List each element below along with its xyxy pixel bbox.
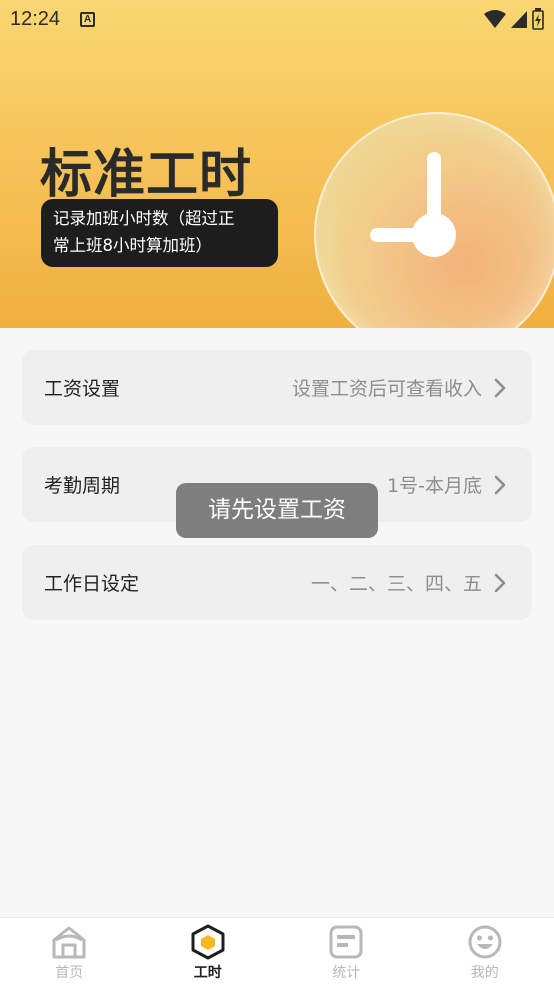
hero-banner: 12:24 A 标准工时 记录加班小时数（超过正 常上班8小时算加班） [0,0,554,328]
nav-home-label: 首页 [55,965,84,981]
stats-icon [329,925,363,959]
smiley-icon [468,925,502,959]
workday-settings-value: 一、二、三、四、五 [310,573,482,595]
toast-message: 请先设置工资 [176,483,378,538]
page-title: 标准工时 [40,145,253,205]
salary-settings-row[interactable]: 工资设置 设置工资后可查看收入 [22,350,532,425]
status-bar: 12:24 A [0,0,554,38]
bottom-nav: 首页 工时 统计 我的 [0,917,554,984]
notification-icon: A [80,11,96,27]
status-icons [484,8,544,30]
salary-settings-label: 工资设置 [44,378,121,400]
hero-description-line1: 记录加班小时数（超过正 [53,209,235,228]
clock-icon [314,112,554,328]
home-icon [52,926,86,959]
hexagon-icon [191,924,225,960]
nav-work-hours-label: 工时 [193,965,222,981]
wifi-icon [484,10,506,28]
nav-stats[interactable]: 统计 [277,918,416,984]
workday-settings-label: 工作日设定 [44,573,140,595]
chevron-right-icon [494,475,510,495]
chevron-right-icon [494,378,510,398]
hero-description-line2: 常上班8小时算加班） [53,236,212,255]
battery-icon [532,8,544,30]
nav-mine[interactable]: 我的 [416,918,554,984]
status-time: 12:24 [10,7,61,30]
work-hours-page: 12:24 A 标准工时 记录加班小时数（超过正 常上班8小时算加班） 工资设置… [0,0,554,984]
nav-mine-label: 我的 [470,965,499,981]
chevron-right-icon [494,573,510,593]
attendance-cycle-label: 考勤周期 [44,475,121,497]
workday-settings-row[interactable]: 工作日设定 一、二、三、四、五 [22,545,532,620]
nav-home[interactable]: 首页 [0,918,139,984]
hero-description: 记录加班小时数（超过正 常上班8小时算加班） [41,199,278,267]
attendance-cycle-value: 1号-本月底 [387,475,482,497]
nav-stats-label: 统计 [332,965,361,981]
nav-work-hours[interactable]: 工时 [139,918,278,984]
salary-settings-value: 设置工资后可查看收入 [291,378,482,400]
signal-icon [511,11,527,28]
clock-center [412,213,456,257]
